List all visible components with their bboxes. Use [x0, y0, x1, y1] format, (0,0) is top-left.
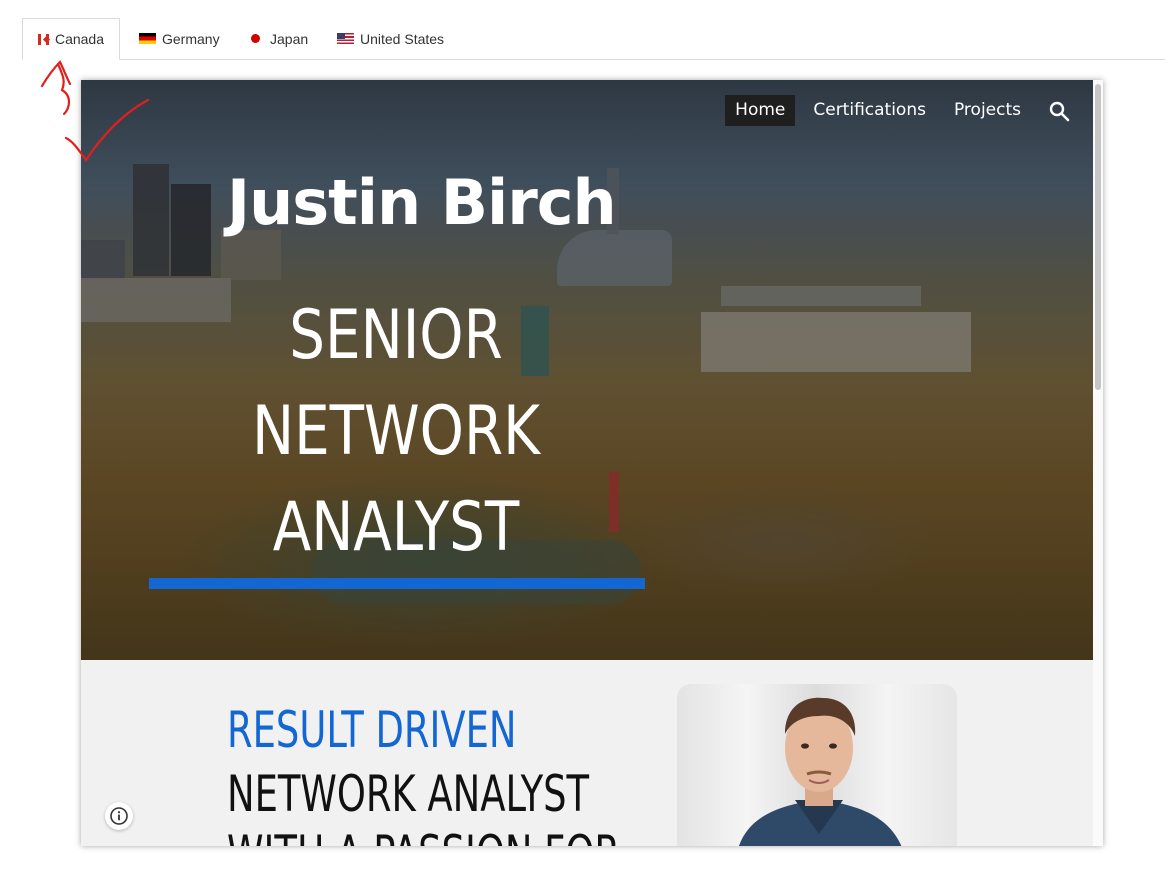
profile-portrait — [738, 697, 902, 846]
info-icon — [110, 807, 128, 825]
tab-label: United States — [360, 30, 445, 47]
nav-projects[interactable]: Projects — [944, 95, 1031, 126]
search-icon[interactable] — [1047, 99, 1071, 123]
hero-accent-bar — [149, 578, 645, 589]
scrollbar[interactable] — [1093, 80, 1103, 846]
tab-label: Germany — [162, 30, 220, 47]
profile-photo — [677, 684, 957, 846]
tagline-accent: RESULT DRIVEN — [227, 701, 517, 759]
nav-certifications[interactable]: Certifications — [803, 95, 936, 126]
flag-canada-icon — [38, 33, 49, 45]
tab-label: Japan — [270, 30, 309, 47]
tab-germany[interactable]: Germany — [124, 18, 235, 59]
scrollbar-thumb[interactable] — [1095, 84, 1101, 390]
tab-japan[interactable]: Japan — [232, 18, 323, 59]
tab-canada[interactable]: Canada — [22, 18, 120, 60]
tagline-line: WITH A PASSION FOR — [227, 824, 620, 846]
hero-banner: Home Certifications Projects Justin Birc… — [81, 80, 1093, 660]
info-button[interactable] — [105, 802, 133, 830]
country-tab-bar: Canada Germany Japan United States — [0, 0, 1165, 60]
intro-section: RESULT DRIVEN NETWORK ANALYST WITH A PAS… — [81, 660, 1093, 846]
hero-job-title: SENIOR NETWORK ANALYST — [207, 288, 584, 576]
flag-germany-icon — [139, 33, 156, 44]
hero-title-line: ANALYST — [272, 488, 520, 567]
tab-bar-divider — [22, 59, 1165, 60]
tagline-line: NETWORK ANALYST — [227, 765, 590, 823]
nav-home[interactable]: Home — [725, 95, 796, 126]
hero-title-line: NETWORK — [252, 392, 540, 471]
tab-united-states[interactable]: United States — [322, 18, 459, 59]
site-nav: Home Certifications Projects — [725, 95, 1071, 126]
website-preview: Home Certifications Projects Justin Birc… — [81, 80, 1103, 846]
tab-label: Canada — [54, 31, 104, 47]
hero-title-line: SENIOR — [289, 296, 503, 375]
flag-us-icon — [337, 33, 354, 44]
flag-japan-icon — [251, 34, 260, 43]
hero-name: Justin Birch — [227, 166, 617, 239]
